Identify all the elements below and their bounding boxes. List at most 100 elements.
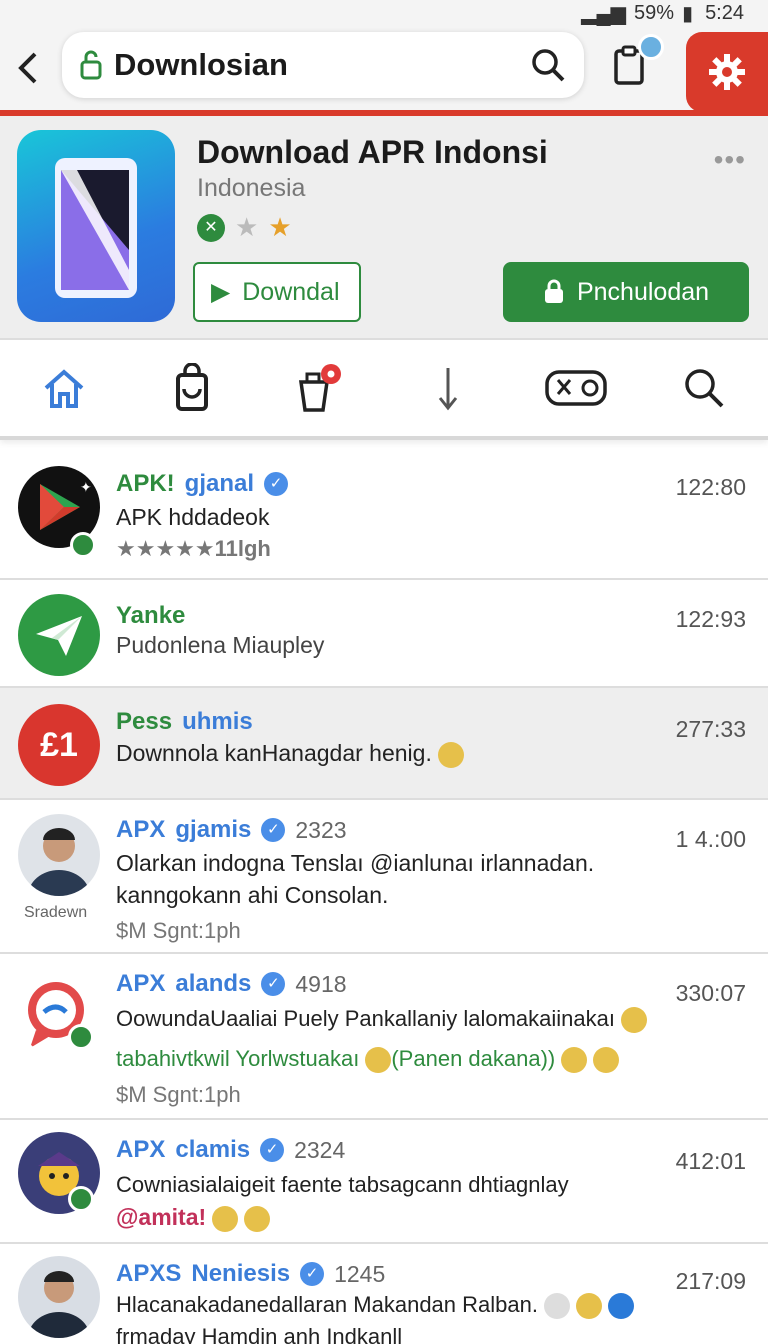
emoji-icon [575,1293,602,1320]
back-arrow-icon [18,52,37,84]
shopping-bag-icon [176,363,208,411]
item-count: 4918 [295,970,347,997]
settings-button[interactable] [686,32,768,112]
item-name: APX [116,970,166,997]
item-text-line2: kanngokann ahi Consolan. [116,882,389,908]
item-mention-text: @amita! [116,1204,207,1230]
item-meta: $M Sgnt:1ph [116,1082,241,1107]
avatar [18,594,100,676]
item-tag: clamis [175,1136,251,1163]
item-tag: alands [175,970,252,997]
more-icon[interactable]: ••• [714,144,746,176]
cart-icon [298,364,341,412]
item-tag: gjanal [184,470,255,497]
item-name: APX [116,1136,166,1163]
list-item[interactable]: Sradewn APX gjamis ✓ 2323 Olarkan indogn… [0,800,768,954]
emoji-icon [593,1047,620,1074]
notification-badge [638,34,664,60]
rating-badge-icon: ✕ [197,213,225,242]
sub-badge-icon [68,1186,94,1212]
verified-icon: ✓ [300,1262,325,1286]
svg-text:✦: ✦ [80,480,92,496]
lock-icon [80,50,102,80]
verified-icon: ✓ [260,1138,285,1162]
avatar [18,1256,100,1338]
home-icon [44,369,84,408]
person-photo-icon [28,828,90,896]
item-header: Pess uhmis [116,708,253,736]
list-item[interactable]: APX alands ✓ 4918 OowundaUaaliai Puely P… [0,954,768,1120]
item-mention: @amita! [116,1204,271,1232]
item-count: 2324 [294,1136,346,1163]
install-button[interactable]: Pnchulodan [503,262,749,322]
item-name: Pess [116,708,173,735]
sub-badge-icon [70,532,96,558]
download-button[interactable]: ▶ Downdal [193,262,361,322]
emoji-icon [620,1007,647,1034]
item-text: Downnola kanHanagdar henig. [116,740,464,768]
verified-icon: ✓ [261,972,286,996]
item-name: Yanke [116,602,186,629]
nav-home[interactable] [29,358,99,418]
verified-icon: ✓ [261,818,286,842]
list-item[interactable]: APXS Neniesis ✓ 1245 Hlacanakadanedallar… [0,1244,768,1344]
item-count: 2323 [295,816,347,843]
emoji-icon [244,1205,271,1232]
app-subtitle: Indonesia [197,174,306,202]
item-header: APX gjamis ✓ 2323 [116,816,347,844]
bottom-nav [0,340,768,440]
nav-download[interactable] [413,358,483,418]
item-text-content: Downnola kanHanagdar henig. [116,740,432,766]
address-title: Downlosian [114,47,288,82]
app-icon [17,130,175,322]
avatar: £1 [18,704,100,786]
back-button[interactable] [0,40,56,96]
item-name: APXS [116,1260,182,1287]
list-item[interactable]: £1 Pess uhmis Downnola kanHanagdar henig… [0,688,768,800]
star-filled-icon: ★ [268,212,292,242]
item-meta: $M Sgnt:1ph [116,918,241,943]
avatar-label: Sradewn [24,904,88,921]
emoji-icon [212,1205,239,1232]
search-icon[interactable] [530,47,566,83]
phone-icon [55,158,137,298]
item-tag: gjamis [175,816,252,843]
nav-game[interactable] [541,358,611,418]
nav-cart[interactable] [285,358,355,418]
item-text-part1: Cowniasialaigeit faente [116,1172,343,1197]
emoji-icon [561,1047,588,1074]
status-bar: ▂▄▆ 59% ▮ 5:24 [0,0,768,26]
list-item[interactable]: ✦ APK! gjanal ✓ APK hddadeok ★★★★★11lgh … [0,448,768,580]
avatar [18,814,100,896]
item-header: Yanke [116,602,185,630]
list-item[interactable]: APX clamis ✓ 2324 Cowniasialaigeit faent… [0,1120,768,1244]
item-time: 1 4.:00 [675,826,746,852]
lock-icon [544,279,563,303]
app-title: Download APR Indonsi [197,134,548,170]
item-header: APX alands ✓ 4918 [116,970,347,998]
item-time: 330:07 [675,980,746,1006]
nav-bag[interactable] [157,358,227,418]
item-time: 412:01 [675,1148,746,1174]
list-item[interactable]: Yanke Pudonlena Miaupley 122:93 [0,580,768,688]
play-icon: ▶ [211,278,231,306]
item-name: APK! [116,470,175,497]
search-bar[interactable]: Downlosian [62,32,584,98]
status-icons: ▂▄▆ 59% ▮ [581,1,693,26]
item-header: APX clamis ✓ 2324 [116,1136,345,1164]
clipboard-button[interactable] [604,34,664,90]
nav-search[interactable] [669,358,739,418]
rating: ✕ ★ ★ [197,212,292,243]
emoji-icon [543,1293,570,1320]
item-count: 1245 [334,1260,386,1287]
item-time: 217:09 [675,1268,746,1294]
item-text-content: Hlacanakadanedallaran Makandan Ralban. [116,1292,538,1317]
install-label: Pnchulodan [576,277,710,306]
search-icon [685,369,724,408]
item-text-part3: (Panen dakana)) [391,1046,556,1071]
verified-icon: ✓ [264,472,289,496]
paper-plane-icon [36,616,82,656]
app-header: Download APR Indonsi Indonesia ✕ ★ ★ •••… [0,116,768,340]
item-text: OowundaUaaliai Puely Pankallaniy lalomak… [116,1006,647,1034]
pound-icon: £1 [40,725,78,764]
